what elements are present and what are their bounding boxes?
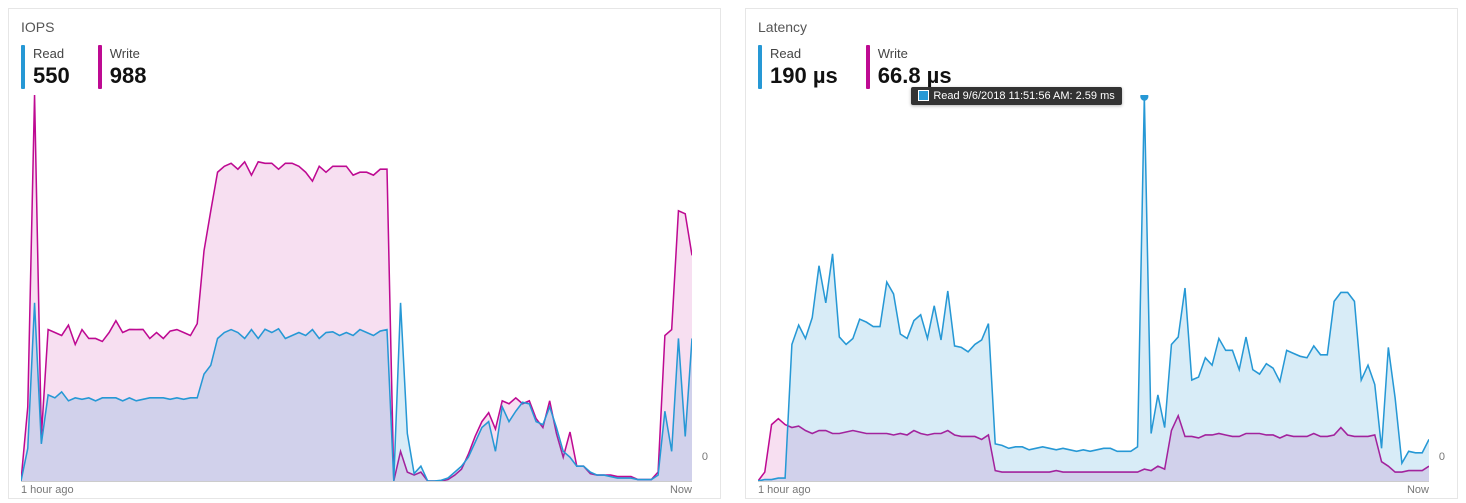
tooltip-swatch-icon (918, 90, 929, 101)
chart-latency[interactable]: Read 9/6/2018 11:51:56 AM: 2.59 ms 0 (758, 95, 1445, 481)
time-start-latency: 1 hour ago (758, 484, 811, 496)
metrics-latency: Read 190 µs Write 66.8 µs (758, 45, 1445, 89)
metric-value-iops-write: 988 (110, 63, 147, 89)
y-zero-latency: 0 (1439, 451, 1445, 463)
time-end-iops: Now (670, 484, 692, 496)
metric-iops-write: Write 988 (98, 45, 147, 89)
time-axis-latency: 1 hour ago Now (758, 481, 1429, 496)
metric-value-latency-write: 66.8 µs (878, 63, 952, 89)
metric-latency-write: Write 66.8 µs (866, 45, 952, 89)
time-end-latency: Now (1407, 484, 1429, 496)
panel-latency: Latency Read 190 µs Write 66.8 µs (745, 8, 1458, 499)
panel-title-iops: IOPS (21, 19, 708, 35)
time-axis-iops: 1 hour ago Now (21, 481, 692, 496)
chart-iops-svg (21, 95, 692, 481)
metric-bar-read-icon (758, 45, 762, 89)
metric-value-latency-read: 190 µs (770, 63, 838, 89)
metric-value-iops-read: 550 (33, 63, 70, 89)
dashboard: IOPS Read 550 Write 988 0 1 hour a (0, 0, 1466, 503)
metric-bar-write-icon (866, 45, 870, 89)
metrics-iops: Read 550 Write 988 (21, 45, 708, 89)
chart-latency-svg (758, 95, 1429, 481)
panel-iops: IOPS Read 550 Write 988 0 1 hour a (8, 8, 721, 499)
metric-label-read: Read (770, 45, 838, 63)
chart-tooltip: Read 9/6/2018 11:51:56 AM: 2.59 ms (911, 87, 1121, 105)
time-start-iops: 1 hour ago (21, 484, 74, 496)
metric-latency-read: Read 190 µs (758, 45, 838, 89)
tooltip-text: Read 9/6/2018 11:51:56 AM: 2.59 ms (933, 90, 1114, 102)
metric-iops-read: Read 550 (21, 45, 70, 89)
metric-label-write: Write (110, 45, 147, 63)
panel-title-latency: Latency (758, 19, 1445, 35)
metric-bar-read-icon (21, 45, 25, 89)
y-zero-iops: 0 (702, 451, 708, 463)
chart-iops[interactable]: 0 (21, 95, 708, 481)
metric-bar-write-icon (98, 45, 102, 89)
metric-label-write: Write (878, 45, 952, 63)
metric-label-read: Read (33, 45, 70, 63)
